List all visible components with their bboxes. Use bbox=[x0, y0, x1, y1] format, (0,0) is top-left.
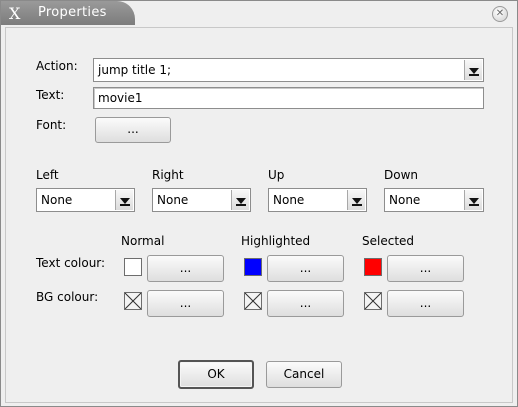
highlighted-column-header: Highlighted bbox=[241, 234, 311, 248]
action-combobox[interactable]: jump title 1; bbox=[93, 58, 484, 82]
properties-window: X Properties ✕ Action: jump title 1; Tex… bbox=[0, 0, 518, 407]
text-normal-colour-button[interactable]: ... bbox=[147, 255, 224, 282]
up-value: None bbox=[273, 193, 305, 207]
left-dropdown-button[interactable] bbox=[115, 190, 133, 210]
no-colour-icon bbox=[245, 293, 261, 309]
bg-normal-none-swatch bbox=[124, 292, 142, 310]
action-dropdown-button[interactable] bbox=[464, 60, 482, 80]
window-title: Properties bbox=[38, 5, 107, 20]
selected-column-header: Selected bbox=[362, 234, 415, 248]
up-combobox[interactable]: None bbox=[268, 188, 367, 212]
text-highlighted-colour-button[interactable]: ... bbox=[267, 255, 344, 282]
left-combobox[interactable]: None bbox=[36, 188, 135, 212]
down-combobox[interactable]: None bbox=[384, 188, 484, 212]
left-label: Left bbox=[36, 168, 59, 182]
bg-colour-label: BG colour: bbox=[36, 290, 99, 304]
action-label: Action: bbox=[36, 59, 78, 73]
down-label: Down bbox=[384, 168, 419, 182]
action-value: jump title 1; bbox=[98, 63, 172, 77]
ok-button[interactable]: OK bbox=[178, 360, 254, 389]
title-tab: X Properties bbox=[1, 1, 135, 25]
down-value: None bbox=[389, 193, 421, 207]
text-label: Text: bbox=[36, 88, 65, 102]
text-colour-label: Text colour: bbox=[36, 256, 106, 270]
text-selected-colour-button[interactable]: ... bbox=[387, 255, 464, 282]
no-colour-icon bbox=[125, 293, 141, 309]
bg-normal-colour-button[interactable]: ... bbox=[147, 290, 224, 317]
close-icon[interactable]: ✕ bbox=[492, 6, 508, 22]
text-input[interactable]: movie1 bbox=[93, 87, 484, 109]
cancel-button[interactable]: Cancel bbox=[266, 361, 342, 388]
bg-highlighted-colour-button[interactable]: ... bbox=[267, 290, 344, 317]
up-dropdown-button[interactable] bbox=[347, 190, 365, 210]
x-logo-icon: X bbox=[9, 4, 21, 23]
font-label: Font: bbox=[36, 118, 67, 132]
text-selected-swatch bbox=[364, 258, 382, 276]
bg-selected-none-swatch bbox=[364, 292, 382, 310]
dialog-body: Action: jump title 1; Text: movie1 Font:… bbox=[5, 27, 513, 403]
text-normal-swatch bbox=[124, 258, 142, 276]
up-label: Up bbox=[268, 168, 285, 182]
right-combobox[interactable]: None bbox=[152, 188, 251, 212]
right-value: None bbox=[157, 193, 189, 207]
no-colour-icon bbox=[365, 293, 381, 309]
normal-column-header: Normal bbox=[121, 234, 165, 248]
right-label: Right bbox=[152, 168, 184, 182]
bg-highlighted-none-swatch bbox=[244, 292, 262, 310]
right-dropdown-button[interactable] bbox=[231, 190, 249, 210]
down-dropdown-button[interactable] bbox=[464, 190, 482, 210]
title-bar[interactable]: X Properties ✕ bbox=[1, 1, 517, 25]
font-button[interactable]: ... bbox=[95, 117, 171, 143]
left-value: None bbox=[41, 193, 73, 207]
text-highlighted-swatch bbox=[244, 258, 262, 276]
bg-selected-colour-button[interactable]: ... bbox=[387, 290, 464, 317]
